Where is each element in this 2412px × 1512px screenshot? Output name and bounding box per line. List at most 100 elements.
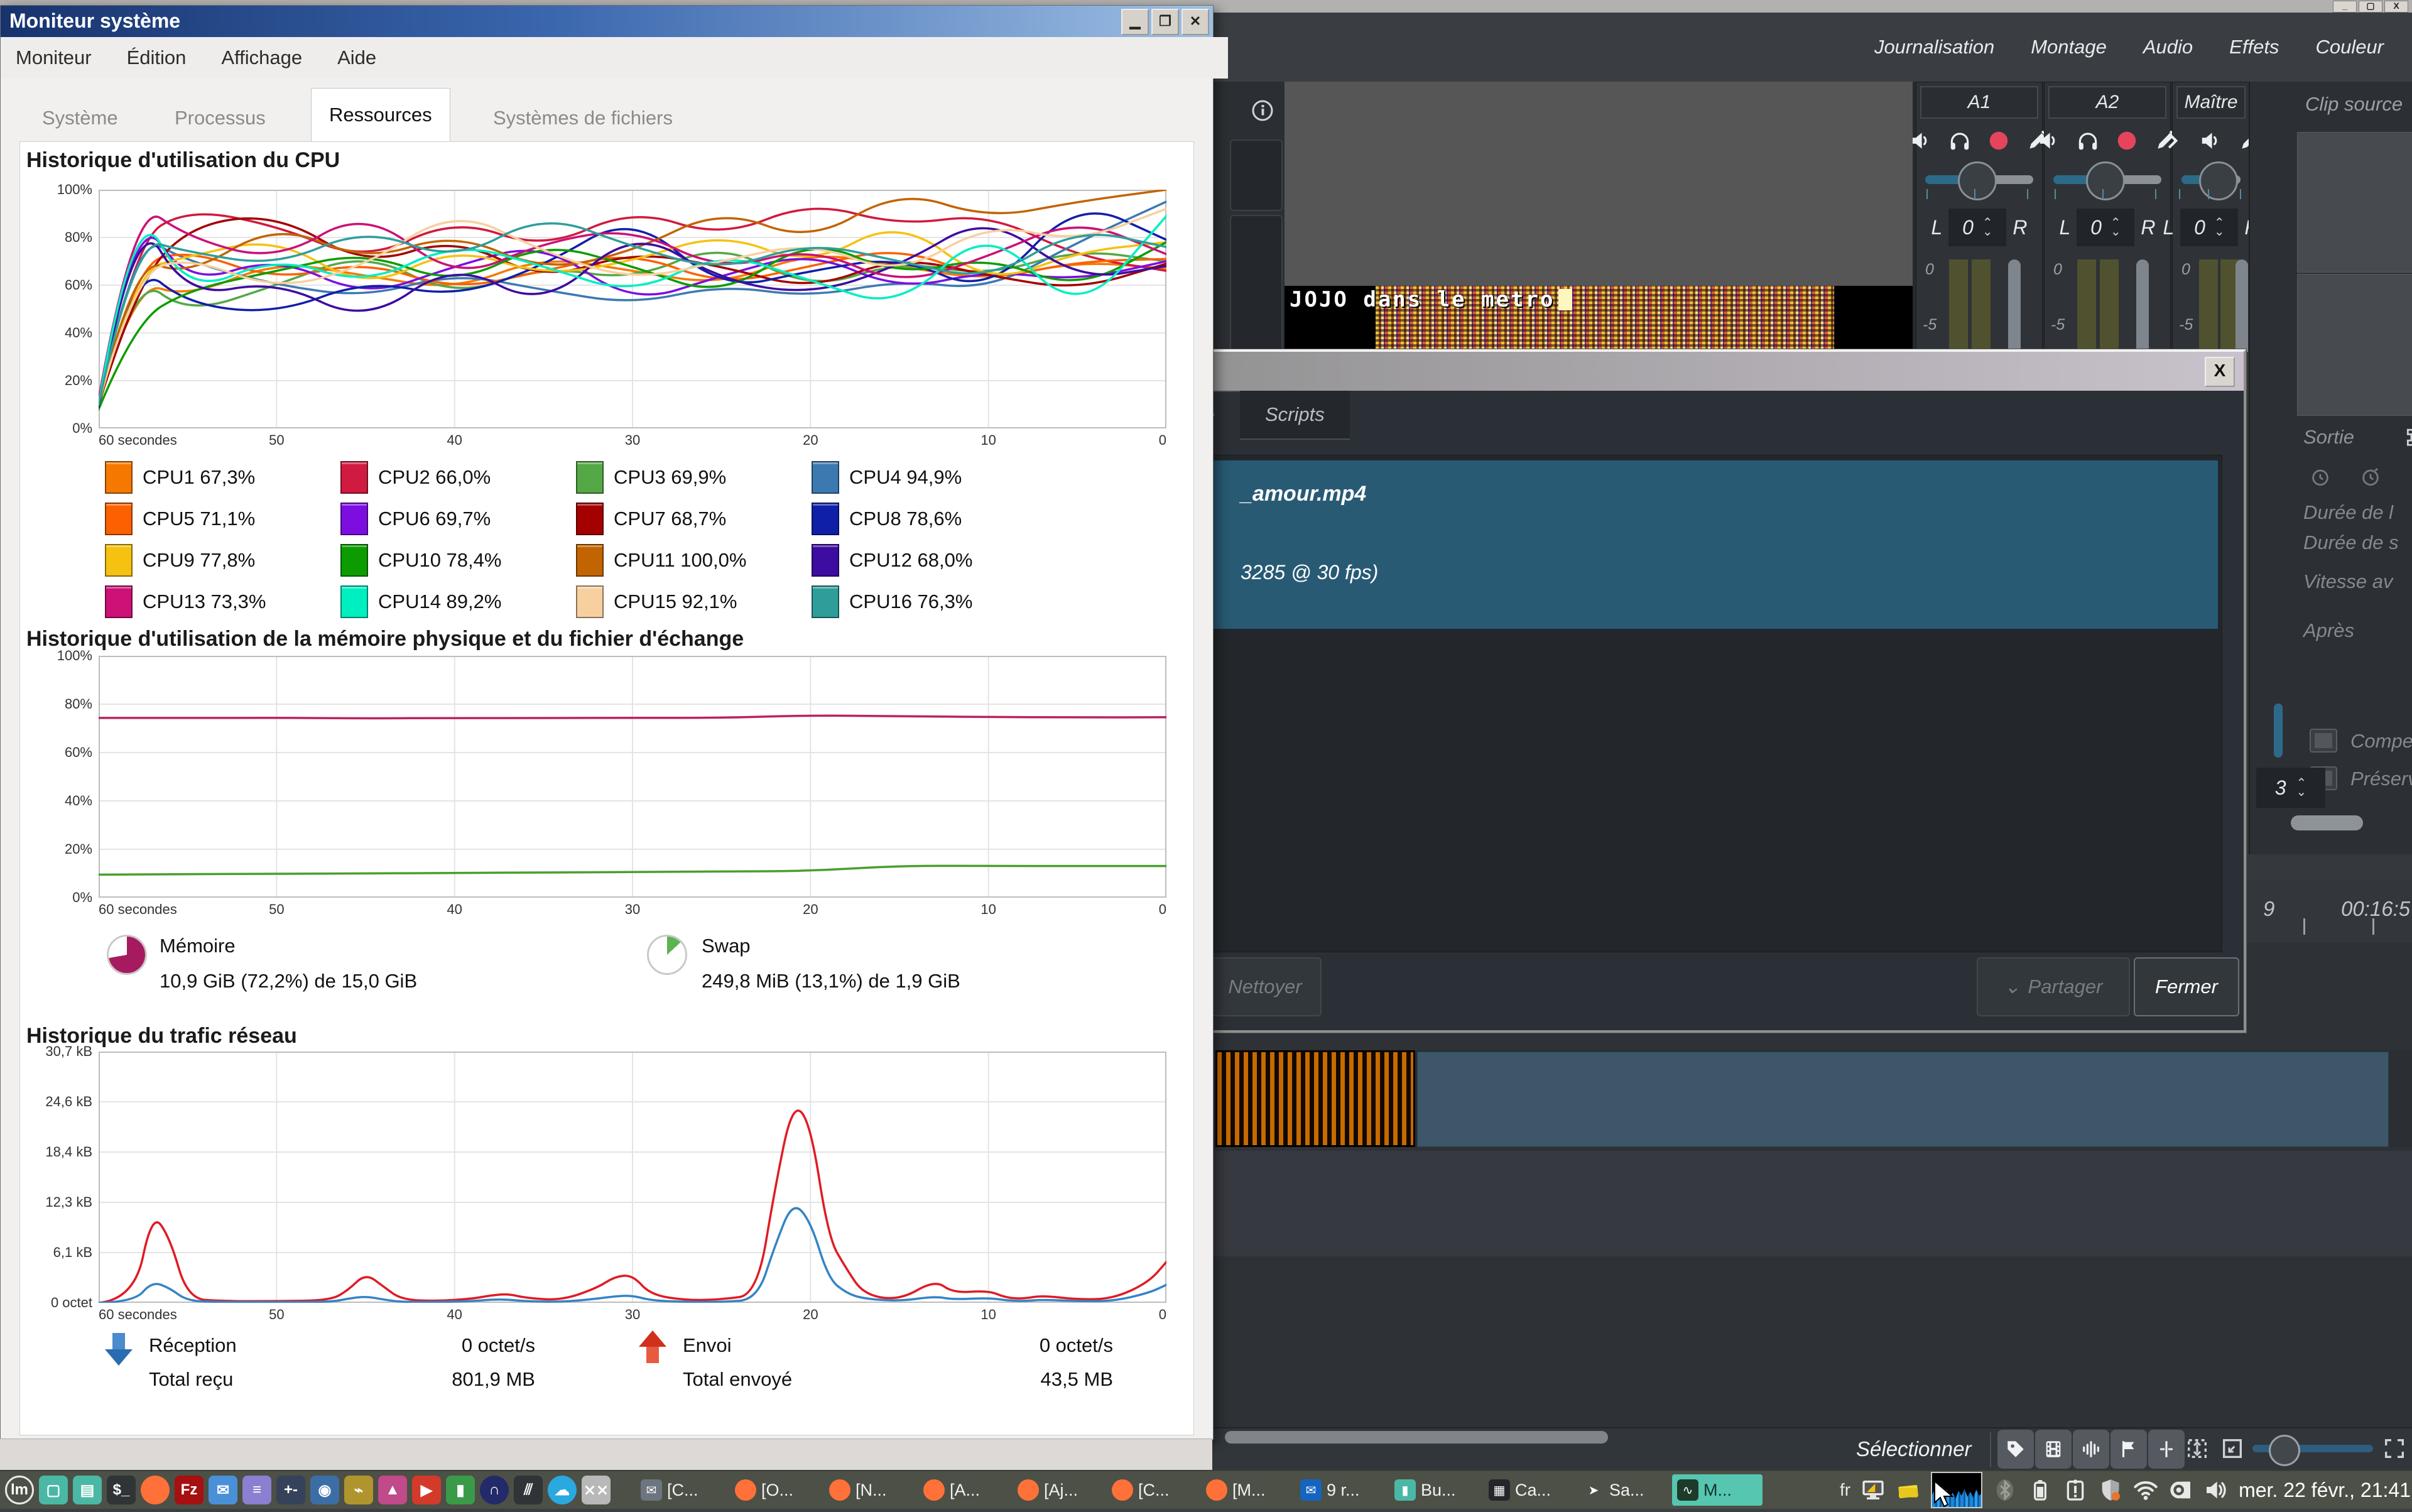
channel-label[interactable]: Maître <box>2176 86 2246 119</box>
headphones-icon[interactable] <box>1948 129 1972 153</box>
chevron-right-icon[interactable] <box>2160 129 2184 153</box>
timer-icons[interactable] <box>2310 466 2412 487</box>
record-icon[interactable] <box>1987 129 2011 153</box>
launcher-calculator-icon[interactable]: +- <box>276 1476 305 1504</box>
fermer-button[interactable]: Fermer <box>2134 957 2239 1016</box>
fit-zoom-icon[interactable] <box>2220 1436 2245 1461</box>
dialog-titlebar[interactable]: X <box>1127 352 2244 391</box>
launcher-cloud-icon[interactable]: ☁ <box>548 1476 577 1504</box>
workspace-tab-journalisation[interactable]: Journalisation <box>1874 36 1994 58</box>
system-tray[interactable]: fr mer. 22 févr., 21:41 <box>1840 1472 2412 1508</box>
close-icon[interactable]: ✕ <box>1182 9 1209 35</box>
pan-spinbox[interactable]: 0⌃⌄ <box>2077 209 2134 246</box>
film-tool-button[interactable] <box>2035 1430 2072 1469</box>
record-icon[interactable] <box>2115 129 2139 153</box>
taskbar-window-item[interactable]: ▦Ca... <box>1484 1474 1574 1506</box>
launcher-mint-menu-icon[interactable]: lm <box>5 1476 34 1504</box>
render-job-item[interactable]: _amour.mp4 3285 @ 30 fps) <box>1146 460 2218 629</box>
audio-clip-striped[interactable] <box>1215 1050 1415 1147</box>
workspace-tab-effets[interactable]: Effets <box>2229 36 2279 58</box>
taskbar-window-item[interactable]: [A... <box>918 1474 1009 1506</box>
compensation-checkbox[interactable] <box>2310 729 2337 753</box>
dialog-tab-scripts[interactable]: Scripts <box>1240 391 1350 440</box>
launcher-mail-icon[interactable]: ✉ <box>209 1476 237 1504</box>
battery-icon[interactable] <box>2028 1477 2053 1503</box>
tab-syst-me[interactable]: Système <box>24 95 136 141</box>
launcher-kdenlive-icon[interactable]: ⫻ <box>514 1476 543 1504</box>
speaker-icon[interactable] <box>1913 129 1933 153</box>
headphones-icon[interactable] <box>2076 129 2100 153</box>
volume-knob[interactable] <box>1958 161 1997 200</box>
zoom-slider[interactable] <box>2252 1445 2373 1452</box>
launcher-firefox-icon[interactable] <box>141 1476 170 1504</box>
taskbar-window-item[interactable]: [C... <box>1107 1474 1197 1506</box>
tag-tool-button[interactable] <box>1997 1430 2034 1469</box>
bluetooth-icon[interactable] <box>1992 1477 2018 1503</box>
kdenlive-window-controls[interactable]: _▢X <box>2331 1 2408 13</box>
volume-slider[interactable] <box>1925 175 2033 184</box>
launcher-easytag-icon[interactable]: ⌁ <box>344 1476 373 1504</box>
launcher-mintbackup-icon[interactable]: ▲ <box>378 1476 407 1504</box>
zoom-slider-knob[interactable] <box>2269 1435 2300 1466</box>
close-icon[interactable]: X <box>2384 1 2408 13</box>
nvidia-icon[interactable] <box>2168 1477 2193 1503</box>
menu-item-édition[interactable]: Édition <box>127 46 187 69</box>
maximize-icon[interactable]: ▢ <box>2359 1 2382 13</box>
monitor-tabs[interactable]: SystèmeProcessusRessourcesSystèmes de fi… <box>1 79 1213 141</box>
launcher-notes-icon[interactable]: ≡ <box>242 1476 271 1504</box>
menu-item-affichage[interactable]: Affichage <box>221 46 302 69</box>
taskbar-window-item[interactable]: [Aj... <box>1013 1474 1103 1506</box>
workspace-tab-audio[interactable]: Audio <box>2143 36 2193 58</box>
speaker-icon[interactable] <box>2037 129 2061 153</box>
info-icon[interactable] <box>1251 99 1274 122</box>
workspace-tabs[interactable]: Journalisation Montage Audio Effets Couleur <box>1874 13 2384 82</box>
taskbar-windows[interactable]: ✉[C...[O...[N...[A...[Aj...[C...[M...✉9 … <box>636 1474 1763 1506</box>
meter-scrollbar[interactable] <box>2235 259 2248 352</box>
video-clip[interactable] <box>1417 1052 2389 1147</box>
workspace-tab-montage[interactable]: Montage <box>2031 36 2107 58</box>
speaker-icon[interactable] <box>2199 129 2223 153</box>
monitor-titlebar[interactable]: Moniteur système ▁ ❐ ✕ <box>1 6 1213 37</box>
volume-knob[interactable] <box>2199 161 2238 200</box>
shield-icon[interactable] <box>2098 1477 2123 1503</box>
taskbar-window-item[interactable]: ✉9 r... <box>1295 1474 1386 1506</box>
volume-slider[interactable] <box>2181 175 2241 184</box>
monitor-window-controls[interactable]: ▁ ❐ ✕ <box>1121 9 1209 35</box>
launcher-phone-icon[interactable]: ▮ <box>446 1476 475 1504</box>
taskbar-window-item[interactable]: [O... <box>730 1474 820 1506</box>
workspace-tab-couleur[interactable]: Couleur <box>2315 36 2384 58</box>
launcher-screenshot-icon[interactable]: ◉ <box>310 1476 339 1504</box>
expand-icon[interactable] <box>2382 1436 2407 1461</box>
marker-tool-button[interactable] <box>2148 1430 2185 1469</box>
wifi-icon[interactable] <box>2133 1477 2158 1503</box>
taskbar-window-item[interactable]: [N... <box>824 1474 915 1506</box>
launcher-files-icon[interactable]: ▢ <box>39 1476 68 1504</box>
spinbox-arrows-icon[interactable]: ⌃⌄ <box>2296 779 2307 797</box>
timeline-track-1[interactable] <box>1212 1050 2412 1147</box>
taskbar-launchers[interactable]: lm▢▤$_Fz✉≡+-◉⌁▲▶▮∩⫻☁⨯⨯ <box>0 1476 611 1504</box>
routing-icon[interactable] <box>2401 427 2412 446</box>
use-timeline-zone-icon[interactable] <box>2185 1436 2210 1461</box>
menu-item-moniteur[interactable]: Moniteur <box>16 46 92 69</box>
tab-processus[interactable]: Processus <box>157 95 283 141</box>
volume-icon[interactable] <box>2203 1477 2229 1503</box>
timeline-track-2[interactable] <box>1212 1151 2412 1256</box>
menubar[interactable]: MoniteurÉditionAffichageAide <box>1 37 1228 79</box>
keyboard-layout-indicator[interactable]: fr <box>1840 1480 1850 1500</box>
minimize-icon[interactable]: _ <box>2333 1 2357 13</box>
statusbar-tool-buttons[interactable] <box>1997 1430 2185 1469</box>
value-spinbox[interactable]: 3⌃⌄ <box>2256 768 2325 808</box>
channel-label[interactable]: A1 <box>1920 86 2038 119</box>
nettoyer-button[interactable]: Nettoyer <box>1209 957 1322 1016</box>
channel-label[interactable]: A2 <box>2048 86 2166 119</box>
maximize-icon[interactable]: ❐ <box>1151 9 1179 35</box>
taskbar-window-item[interactable]: ✉[C... <box>636 1474 726 1506</box>
launcher-audacity-icon[interactable]: ∩ <box>480 1476 509 1504</box>
screen-ruler-icon[interactable] <box>1861 1477 1886 1503</box>
launcher-terminal-icon[interactable]: $_ <box>107 1476 136 1504</box>
job-list[interactable]: _amour.mp4 3285 @ 30 fps) <box>1144 455 2222 952</box>
taskbar-window-item[interactable]: ▮Bu... <box>1389 1474 1480 1506</box>
horizontal-scrollbar[interactable] <box>1225 1431 1608 1444</box>
dialog-close-icon[interactable]: X <box>2205 357 2235 387</box>
clipboard-icon[interactable] <box>2063 1477 2088 1503</box>
